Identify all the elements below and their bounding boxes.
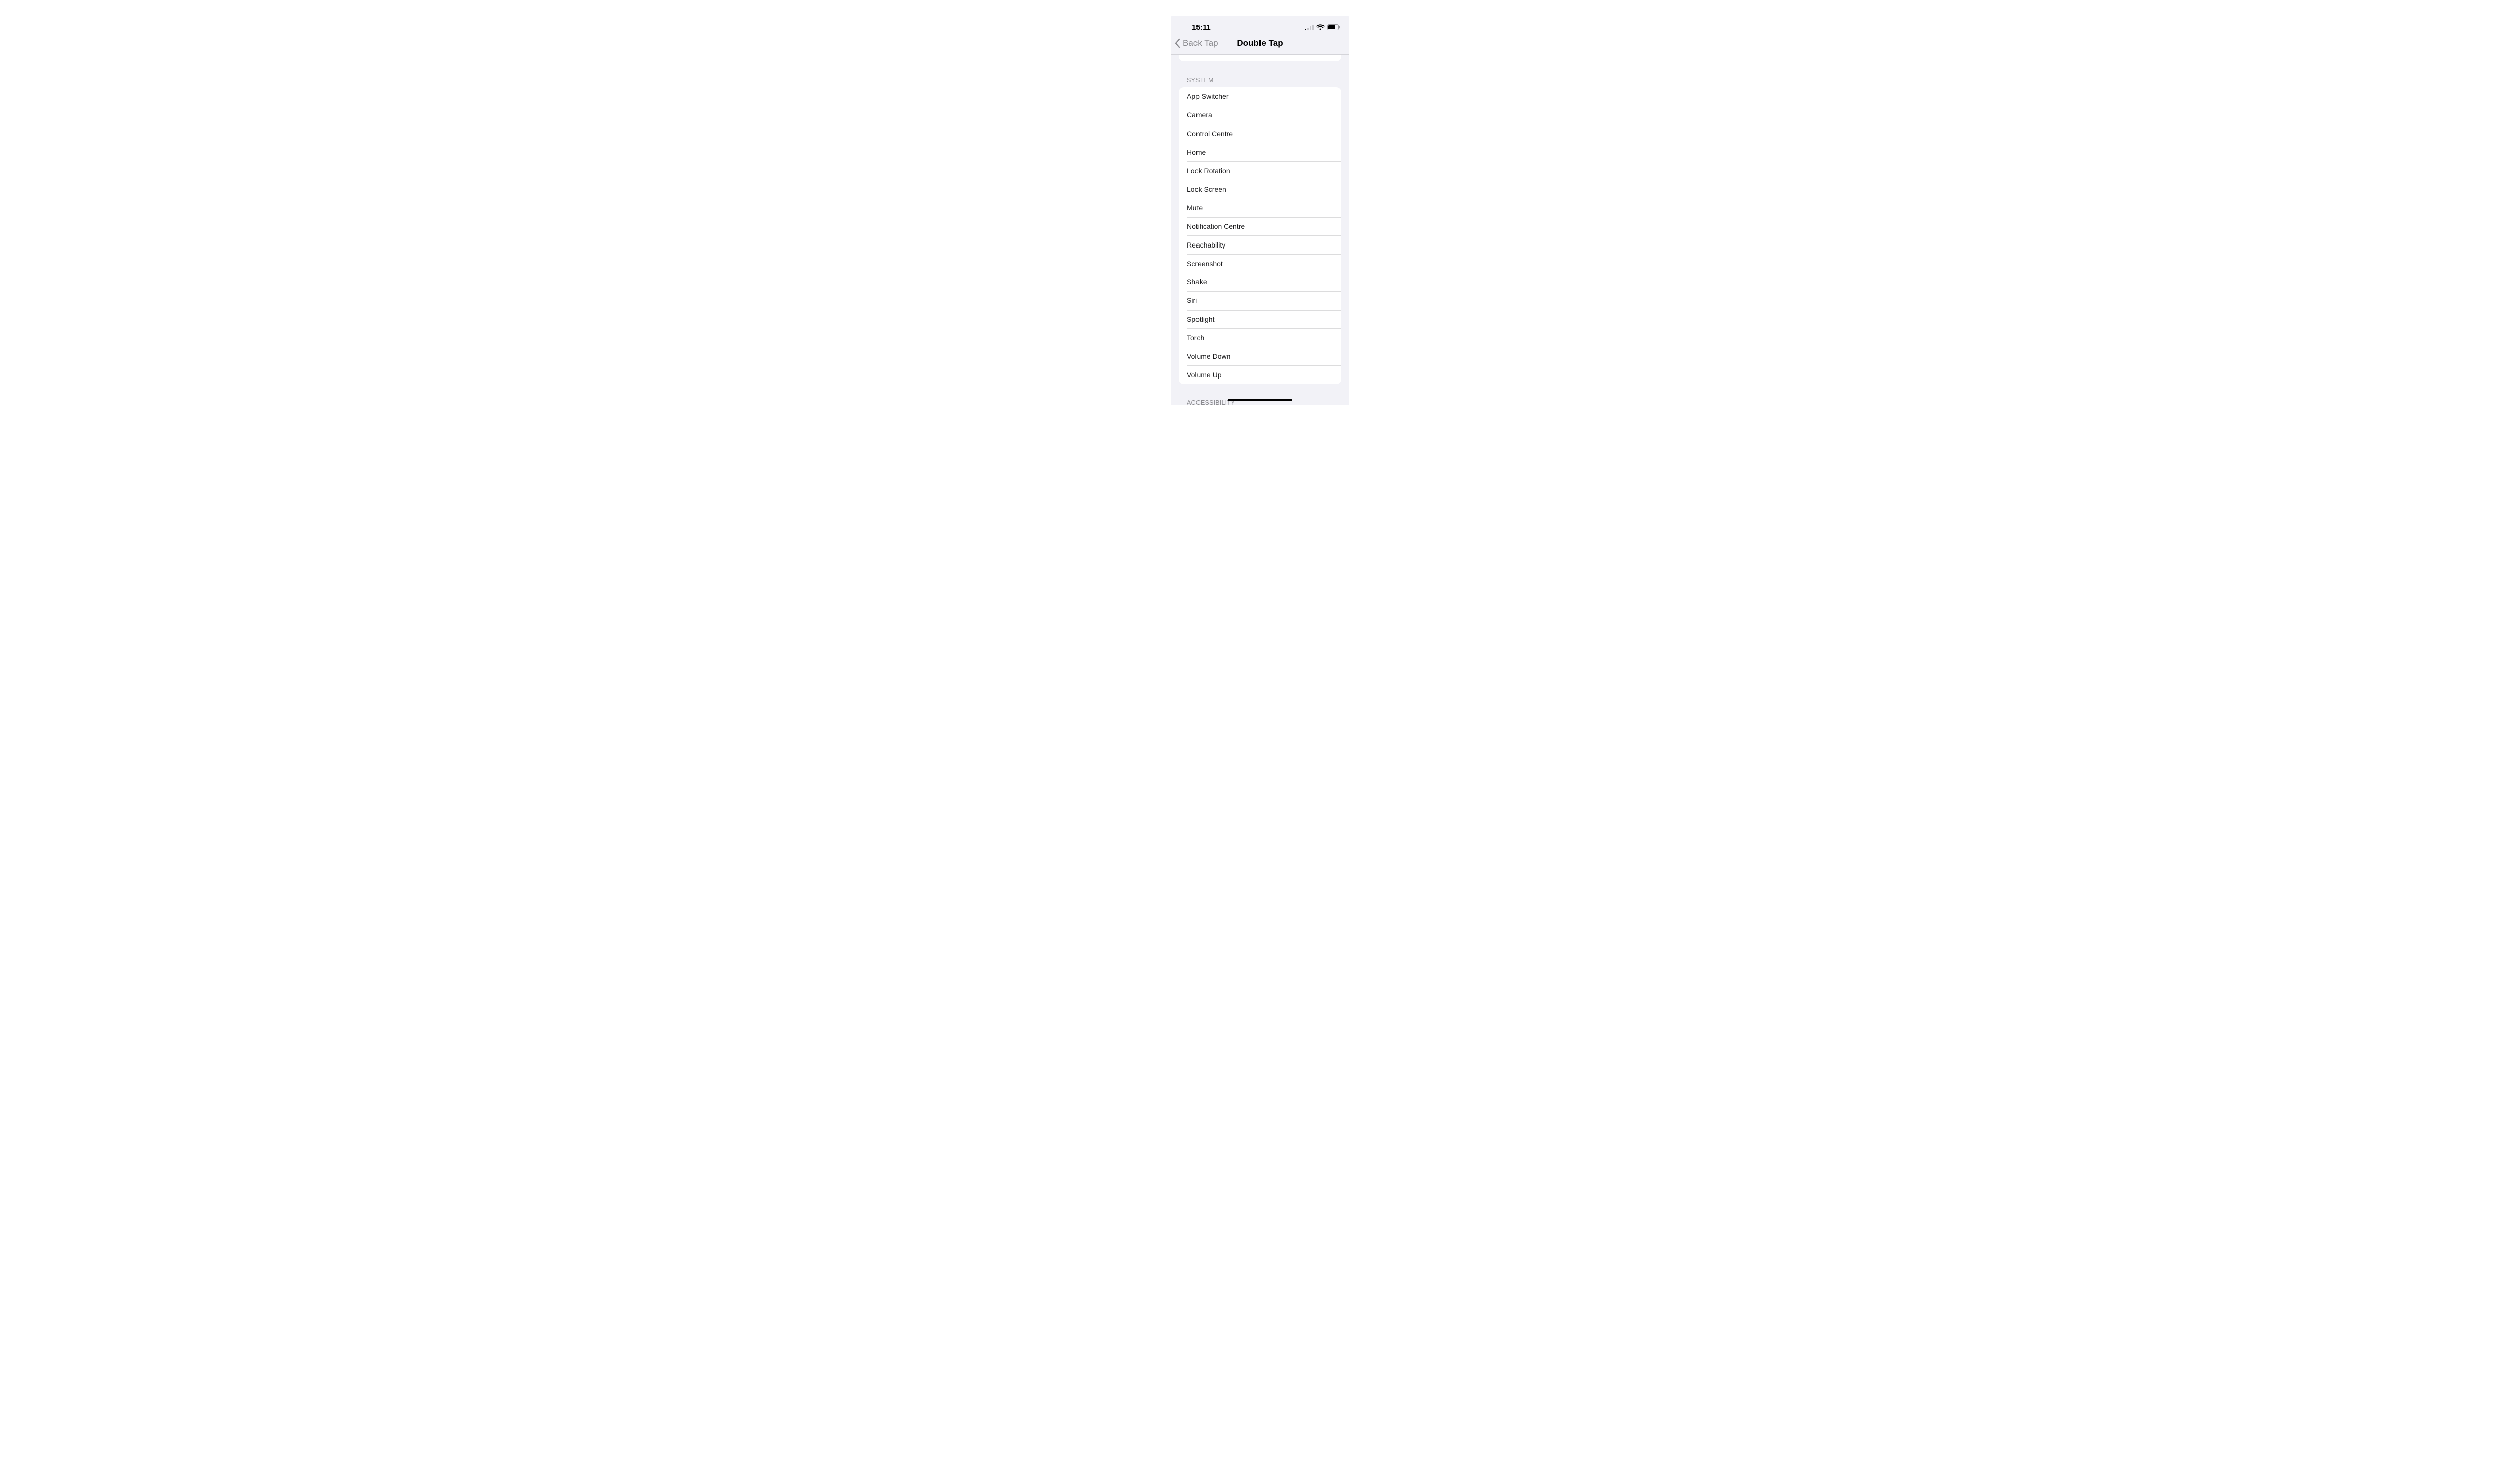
row-label: Mute: [1187, 204, 1203, 212]
content-scroll[interactable]: SYSTEM App Switcher Camera Control Centr…: [1171, 55, 1349, 405]
status-bar: 15:11: [1171, 16, 1349, 38]
row-label: Notification Centre: [1187, 222, 1245, 230]
row-label: Control Centre: [1187, 130, 1233, 138]
row-label: Spotlight: [1187, 315, 1214, 323]
row-camera[interactable]: Camera: [1179, 106, 1341, 125]
row-reachability[interactable]: Reachability: [1179, 235, 1341, 254]
row-label: Lock Screen: [1187, 185, 1226, 193]
row-notification-centre[interactable]: Notification Centre: [1179, 217, 1341, 236]
row-label: Reachability: [1187, 241, 1225, 249]
wifi-icon: [1316, 24, 1325, 30]
row-label: Home: [1187, 148, 1206, 156]
row-spotlight[interactable]: Spotlight: [1179, 310, 1341, 329]
status-time: 15:11: [1192, 23, 1211, 32]
row-label: Screenshot: [1187, 260, 1223, 268]
battery-icon: [1327, 24, 1340, 30]
row-label: App Switcher: [1187, 92, 1228, 100]
row-control-centre[interactable]: Control Centre: [1179, 125, 1341, 143]
row-shake[interactable]: Shake: [1179, 273, 1341, 291]
row-label: Volume Up: [1187, 371, 1221, 379]
section-header-system: SYSTEM: [1171, 61, 1349, 87]
row-label: Camera: [1187, 111, 1212, 119]
chevron-left-icon: [1175, 38, 1181, 48]
home-indicator[interactable]: [1228, 399, 1292, 401]
row-screenshot[interactable]: Screenshot: [1179, 254, 1341, 273]
nav-divider: [1171, 54, 1349, 55]
row-label: Siri: [1187, 296, 1197, 304]
row-label: Torch: [1187, 334, 1204, 342]
scroll-inner: SYSTEM App Switcher Camera Control Centr…: [1171, 55, 1349, 405]
row-app-switcher[interactable]: App Switcher: [1179, 87, 1341, 106]
back-button[interactable]: Back Tap: [1175, 38, 1218, 48]
status-indicators: [1305, 24, 1340, 30]
row-mute[interactable]: Mute: [1179, 199, 1341, 217]
group-system: App Switcher Camera Control Centre Home …: [1179, 87, 1341, 384]
row-volume-up[interactable]: Volume Up: [1179, 365, 1341, 384]
row-label: Shake: [1187, 278, 1207, 286]
back-label: Back Tap: [1183, 38, 1218, 48]
stage: 15:11: [0, 0, 2520, 405]
previous-group-partial: [1179, 55, 1341, 61]
phone-frame: 15:11: [1171, 16, 1349, 405]
row-lock-screen[interactable]: Lock Screen: [1179, 180, 1341, 199]
row-home[interactable]: Home: [1179, 143, 1341, 161]
nav-bar: Back Tap Double Tap: [1171, 38, 1349, 54]
section-header-accessibility: ACCESSIBILITY: [1171, 384, 1349, 405]
cellular-signal-icon: [1305, 25, 1314, 30]
row-label: Lock Rotation: [1187, 167, 1230, 175]
row-label: Volume Down: [1187, 352, 1230, 360]
row-torch[interactable]: Torch: [1179, 328, 1341, 347]
row-siri[interactable]: Siri: [1179, 291, 1341, 310]
row-lock-rotation[interactable]: Lock Rotation: [1179, 161, 1341, 180]
row-volume-down[interactable]: Volume Down: [1179, 347, 1341, 365]
